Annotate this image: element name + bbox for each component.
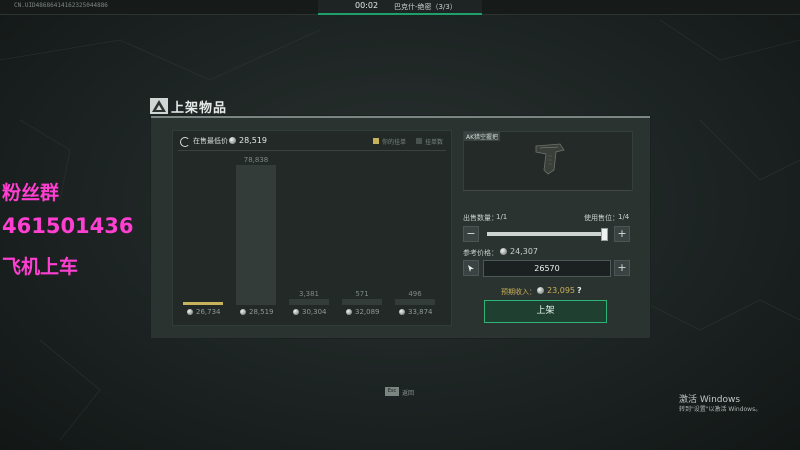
item-divider (463, 190, 631, 191)
price-input[interactable] (483, 260, 611, 277)
quantity-slider[interactable] (487, 232, 605, 236)
watermark-line2: 461501436 (2, 214, 134, 238)
bar-price-label-0: 26,734 (196, 308, 221, 316)
chart-bar-3[interactable] (342, 299, 382, 305)
list-item-button[interactable]: 上架 (484, 300, 607, 323)
coin-icon (293, 309, 299, 315)
expected-income-value: 23,095 (547, 286, 575, 295)
dialog-header: 上架物品 (150, 96, 650, 116)
slider-thumb[interactable] (601, 228, 608, 241)
slots-value: 1/4 (618, 213, 630, 221)
bar-price-label-3: 32,089 (355, 308, 380, 316)
dialog-title: 上架物品 (171, 101, 228, 116)
reference-price-value: 24,307 (510, 247, 538, 256)
bar-price-label-1: 28,519 (249, 308, 274, 316)
chart-bar-4[interactable] (395, 299, 435, 305)
price-plus-button[interactable]: + (614, 260, 630, 276)
expected-income-label: 预期收入： (501, 288, 536, 296)
help-icon[interactable]: ? (577, 286, 582, 295)
quantity-plus-button[interactable]: + (614, 226, 630, 242)
coin-icon (240, 309, 246, 315)
bar-count-label-4: 496 (408, 290, 422, 298)
legend-mine: 你的挂单 (382, 139, 407, 146)
quantity-minus-button[interactable]: − (463, 226, 479, 242)
chart-bar-2[interactable] (289, 298, 329, 305)
refresh-icon[interactable] (180, 137, 190, 147)
chart-bar-1[interactable] (236, 165, 276, 305)
coin-icon (500, 248, 507, 255)
slots-label: 使用售位： (584, 214, 619, 222)
legend-count: 挂单数 (425, 139, 444, 146)
grip-icon (535, 143, 565, 175)
bar-price-label-2: 30,304 (302, 308, 327, 316)
cursor-icon (468, 265, 474, 272)
watermark-line1: 粉丝群 (2, 182, 60, 204)
coin-icon (537, 287, 544, 294)
quantity-value: 1/1 (496, 213, 508, 221)
reference-price-label: 参考价格： (463, 249, 498, 257)
bar-count-label-1: 78,838 (243, 156, 269, 164)
lowest-price-label: 在售最低价 (193, 137, 228, 145)
coin-icon (187, 309, 193, 315)
warning-triangle-icon (150, 98, 168, 114)
coin-icon (399, 309, 405, 315)
coin-icon (346, 309, 352, 315)
lowest-price-value: 28,519 (239, 136, 267, 145)
bar-count-label-3: 571 (355, 290, 369, 298)
coin-icon (229, 137, 236, 144)
legend-swatch-mine (373, 138, 379, 144)
bar-count-label-2: 3,381 (298, 289, 320, 298)
price-preset-button[interactable] (463, 260, 479, 276)
watermark-line3: 飞机上车 (2, 256, 79, 278)
chart-bar-0[interactable] (183, 302, 223, 305)
esc-key-icon[interactable]: Esc (385, 387, 399, 396)
bar-price-label-4: 33,874 (408, 308, 433, 316)
item-name: AK猎空握把 (464, 132, 501, 141)
windows-activation-subtitle: 转到"设置"以激活 Windows。 (679, 406, 762, 413)
quantity-label: 出售数量： (463, 214, 498, 222)
legend-swatch-count (416, 138, 422, 144)
back-label[interactable]: 返回 (402, 388, 414, 397)
chart-divider (178, 150, 446, 151)
